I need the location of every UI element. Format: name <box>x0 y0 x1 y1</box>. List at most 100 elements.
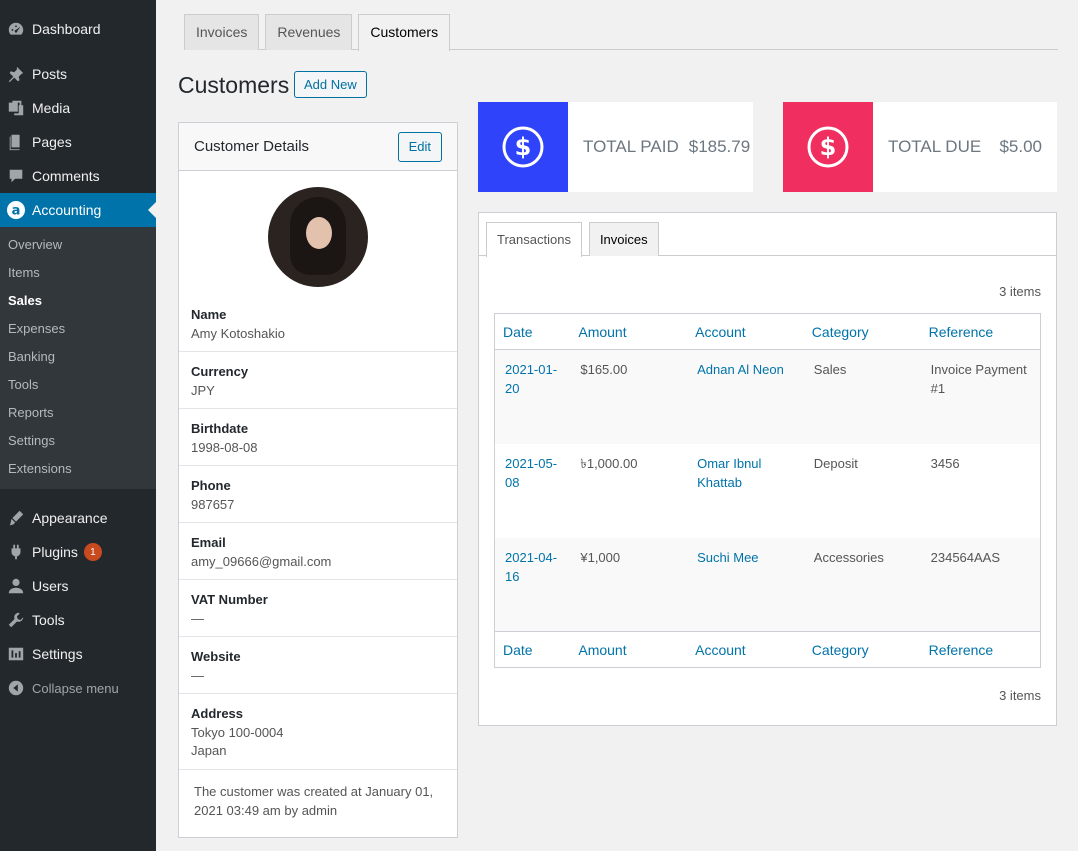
column-footer-category[interactable]: Category <box>803 631 921 668</box>
field-value: — <box>191 611 204 626</box>
transaction-date-link[interactable]: 2021-05-08 <box>495 444 571 538</box>
transaction-date-link[interactable]: 2021-04-16 <box>495 538 571 632</box>
svg-text:a: a <box>12 204 21 219</box>
submenu-extensions[interactable]: Extensions <box>0 455 156 483</box>
field-value: JPY <box>191 383 215 398</box>
menu-media[interactable]: Media <box>0 91 156 125</box>
submenu-settings[interactable]: Settings <box>0 427 156 455</box>
menu-pages[interactable]: Pages <box>0 125 156 159</box>
transaction-amount: $165.00 <box>580 362 628 377</box>
submenu-items[interactable]: Items <box>0 259 156 287</box>
column-header-category[interactable]: Category <box>803 313 921 350</box>
column-footer-amount[interactable]: Amount <box>570 631 688 668</box>
column-footer-date[interactable]: Date <box>494 631 571 668</box>
submenu-tools[interactable]: Tools <box>0 371 156 399</box>
menu-label: Dashboard <box>32 21 101 37</box>
menu-comments[interactable]: Comments <box>0 159 156 193</box>
transaction-account-link[interactable]: Suchi Mee <box>687 538 804 632</box>
table-footer-row: Date Amount Account Category Reference <box>494 631 1041 668</box>
field-birthdate: Birthdate 1998-08-08 <box>179 409 457 466</box>
submenu-overview[interactable]: Overview <box>0 231 156 259</box>
transactions-panel: Transactions Invoices 3 items Date Amoun… <box>478 212 1057 726</box>
column-footer-reference[interactable]: Reference <box>920 631 1041 668</box>
field-label: Name <box>191 307 227 322</box>
menu-settings[interactable]: Settings <box>0 637 156 671</box>
svg-text:$: $ <box>515 133 532 161</box>
tab-revenues[interactable]: Revenues <box>265 14 353 50</box>
table-row: 2021-05-08 ৳1,000.00 Omar Ibnul Khattab … <box>495 444 1041 538</box>
field-label: Website <box>191 649 241 664</box>
menu-label: Appearance <box>32 510 108 526</box>
field-label: Address <box>191 706 244 721</box>
menu-users[interactable]: Users <box>0 569 156 603</box>
customer-details-header: Customer Details Edit <box>179 123 457 171</box>
menu-label: Comments <box>32 168 100 184</box>
menu-label: Posts <box>32 66 68 82</box>
field-website: Website — <box>179 637 457 694</box>
tab-transactions[interactable]: Transactions <box>486 222 582 257</box>
menu-accounting[interactable]: a Accounting <box>0 193 156 227</box>
menu-label: Settings <box>32 646 83 662</box>
tab-invoices[interactable]: Invoices <box>184 14 260 50</box>
created-note: The customer was created at January 01, … <box>194 784 434 818</box>
customer-details-card: Customer Details Edit Name Amy Kotoshaki… <box>178 122 458 838</box>
items-count-bottom: 3 items <box>999 688 1041 703</box>
plugin-icon <box>6 542 26 562</box>
wrench-icon <box>6 610 26 630</box>
column-header-reference[interactable]: Reference <box>920 313 1041 350</box>
transaction-date-link[interactable]: 2021-01-20 <box>495 350 571 444</box>
field-label: Birthdate <box>191 421 249 436</box>
transaction-account-link[interactable]: Adnan Al Neon <box>687 350 804 444</box>
field-address: Address Tokyo 100-0004 Japan <box>179 694 457 770</box>
dashboard-icon <box>6 19 26 39</box>
menu-posts[interactable]: Posts <box>0 57 156 91</box>
menu-plugins[interactable]: Plugins 1 <box>0 535 156 569</box>
tab-invoices-list[interactable]: Invoices <box>588 222 659 256</box>
transactions-table: Date Amount Account Category Reference 2… <box>494 313 1041 668</box>
table-row: 2021-01-20 $165.00 Adnan Al Neon Sales I… <box>494 349 1041 444</box>
add-new-button[interactable]: Add New <box>294 71 367 98</box>
user-icon <box>6 576 26 596</box>
brush-icon <box>6 508 26 528</box>
menu-appearance[interactable]: Appearance <box>0 501 156 535</box>
submenu-sales[interactable]: Sales <box>0 287 156 315</box>
transaction-reference: Invoice Payment #1 <box>930 362 1027 396</box>
menu-dashboard[interactable]: Dashboard <box>0 12 156 46</box>
total-paid-card: $ TOTAL PAID $185.79 <box>478 102 753 192</box>
menu-tools[interactable]: Tools <box>0 603 156 637</box>
total-paid-label: TOTAL PAID <box>583 137 679 156</box>
items-count-top: 3 items <box>999 284 1041 299</box>
menu-label: Pages <box>32 134 72 150</box>
field-value: 1998-08-08 <box>191 440 258 455</box>
sales-tabs: Invoices Revenues Customers <box>184 14 1058 51</box>
main-content: Invoices Revenues Customers Customers Ad… <box>156 0 1078 851</box>
field-value: — <box>191 668 204 683</box>
column-header-account[interactable]: Account <box>687 313 804 350</box>
submenu-expenses[interactable]: Expenses <box>0 315 156 343</box>
column-footer-account[interactable]: Account <box>687 631 804 668</box>
transactions-tabs: Transactions Invoices <box>486 222 659 257</box>
submenu-reports[interactable]: Reports <box>0 399 156 427</box>
menu-label: Users <box>32 578 69 594</box>
column-header-date[interactable]: Date <box>494 313 571 350</box>
field-value: Amy Kotoshakio <box>191 326 285 341</box>
dollar-icon: $ <box>783 102 873 192</box>
menu-label: Tools <box>32 612 65 628</box>
submenu-banking[interactable]: Banking <box>0 343 156 371</box>
collapse-menu-label: Collapse menu <box>32 680 119 696</box>
edit-customer-button[interactable]: Edit <box>397 131 442 162</box>
column-header-amount[interactable]: Amount <box>570 313 688 350</box>
field-phone: Phone 987657 <box>179 466 457 523</box>
customer-details-title: Customer Details <box>194 138 310 155</box>
field-label: Currency <box>191 364 249 379</box>
menu-label: Media <box>32 100 71 116</box>
page-title: Customers <box>178 72 290 98</box>
transaction-category: Accessories <box>813 549 884 565</box>
total-due-card: $ TOTAL DUE $5.00 <box>783 102 1057 192</box>
field-label: VAT Number <box>191 592 268 607</box>
tab-customers[interactable]: Customers <box>358 14 451 51</box>
media-icon <box>6 98 26 118</box>
collapse-menu-button[interactable]: Collapse menu <box>0 671 156 705</box>
transaction-reference: 3456 <box>930 455 960 471</box>
transaction-account-link[interactable]: Omar Ibnul Khattab <box>687 444 804 538</box>
